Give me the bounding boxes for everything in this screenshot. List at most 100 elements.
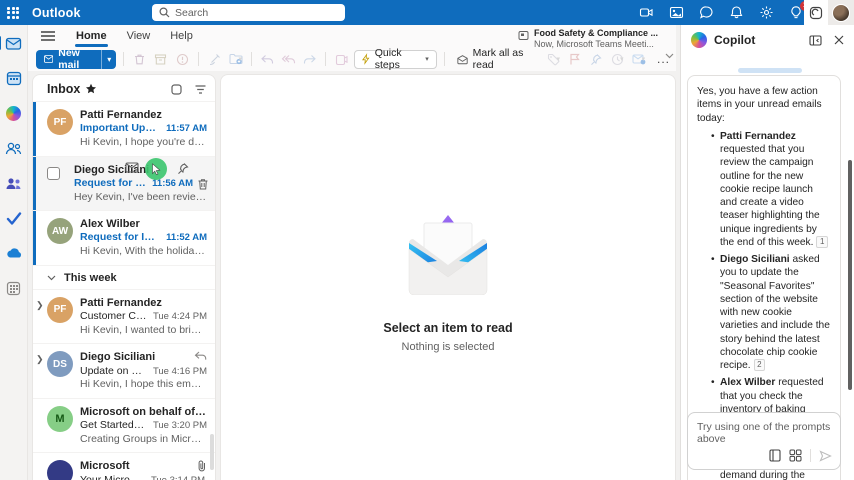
preview-text: Creating Groups in Microsoft 365... [80,432,207,445]
mail-row-microsoft-invoice[interactable]: Microsoft Your Microsoft invoi... Tue 3:… [33,452,215,480]
section-chevron-icon [47,275,56,281]
move-to-folder-icon[interactable]: ▾ [227,49,244,69]
copilot-lab-icon[interactable] [789,449,802,462]
account-avatar[interactable] [828,0,854,25]
expand-panel-icon[interactable] [809,34,822,46]
sender-name: Microsoft [80,460,130,473]
paperclip-icon [197,460,207,472]
section-this-week[interactable]: This week [33,264,215,289]
mail-row-alex-inventory-request[interactable]: AW Alex Wilber Request for Inventory... … [33,210,215,265]
rail-calendar-icon[interactable] [4,68,24,88]
settings-gear-icon[interactable] [758,5,774,21]
sender-name: Patti Fernandez [80,296,162,309]
prompt-guide-icon[interactable] [769,449,781,462]
collapse-ribbon-icon[interactable] [665,53,674,59]
close-copilot-icon[interactable] [834,35,844,45]
empty-state-title: Select an item to read [383,320,513,335]
rail-copilot-icon[interactable] [4,103,24,123]
reference-1-badge[interactable]: 1 [816,235,828,249]
received-time: Tue 3:20 PM [152,420,207,432]
tab-home[interactable]: Home [66,27,117,47]
quick-steps-button[interactable]: Quick steps ▾ [354,47,437,71]
share-to-teams-icon[interactable] [333,49,350,69]
folder-title: Inbox [47,82,97,96]
notification-title: Food Safety & Compliance ... [533,28,658,38]
sender-avatar [47,460,73,480]
sender-avatar: PF [47,296,73,323]
subject: Get Started with Em... [80,419,147,432]
tips-bulb-icon[interactable]: 1 [788,0,810,21]
reply-icon[interactable] [259,49,276,69]
favorite-star-icon[interactable] [85,83,97,95]
app-launcher-icon[interactable] [0,0,26,25]
subject: Your Microsoft invoi... [80,473,145,480]
mail-row-diego-website-request[interactable]: Diego Siciliani Request for Website ... … [33,155,215,211]
copilot-logo-icon [691,32,707,48]
search-icon [159,7,170,18]
delete-hover-icon[interactable] [197,178,209,191]
archive-icon[interactable] [152,49,169,69]
mail-row-microsoft-get-started[interactable]: M Microsoft on behalf of your orga... Ge… [33,397,215,453]
pin-hover-icon[interactable] [177,162,189,174]
send-icon[interactable] [819,449,832,462]
received-time: 11:52 AM [166,232,207,244]
sender-avatar: AW [47,218,73,245]
rail-mail-icon[interactable] [0,33,24,53]
select-all-icon[interactable] [169,82,183,96]
received-time: Tue 3:14 PM [151,475,205,480]
reference-2-badge[interactable]: 2 [753,359,766,372]
reply-all-icon[interactable] [280,49,297,69]
copilot-toggle-icon[interactable] [804,0,828,25]
rail-people-icon[interactable] [4,138,24,158]
forward-icon[interactable] [301,49,318,69]
search-input[interactable]: Search [152,4,345,21]
select-email-checkbox[interactable] [47,166,60,180]
rail-groups-icon[interactable] [4,173,24,193]
read-unread-icon[interactable]: ▾ [630,49,647,69]
copilot-prompt-input[interactable]: Try using one of the prompts above [687,412,841,470]
tab-view[interactable]: View [117,27,161,45]
sender-name: Microsoft on behalf of your orga... [80,405,207,418]
received-time: Tue 4:16 PM [152,365,207,377]
new-mail-dropdown-icon[interactable]: ▾ [101,49,117,69]
flag-icon[interactable] [566,49,583,69]
snooze-icon[interactable]: ▾ [609,49,626,69]
chat-icon[interactable] [698,5,714,21]
hamburger-menu-icon[interactable] [36,27,60,45]
topbar: Outlook Search 1 [0,0,854,25]
categorize-tag-icon[interactable]: ▾ [545,49,562,69]
mail-row-patti-customer-complaint[interactable]: ❯ PF Patti Fernandez Customer Complain..… [33,288,215,344]
mark-all-read-button[interactable]: Mark all as read [452,47,542,71]
mail-row-patti-important-update[interactable]: PF Patti Fernandez Important Update on .… [33,101,215,156]
click-highlight-cursor [145,157,167,180]
rail-more-apps-icon[interactable] [4,278,24,298]
sweep-icon[interactable] [206,49,223,69]
received-time: 11:56 AM [152,177,193,189]
mail-list-panel: Inbox PF Patti Fernandez Important Updat… [32,74,216,480]
mark-read-icon [456,54,468,64]
search-placeholder: Search [175,6,209,19]
rail-todo-icon[interactable] [4,208,24,228]
app-rail [0,25,28,480]
media-icon[interactable] [668,5,684,21]
report-icon[interactable] [174,49,191,69]
expand-thread-icon[interactable]: ❯ [36,354,44,365]
filter-icon[interactable] [193,82,207,96]
copilot-response-intro: Yes, you have a few action items in your… [697,86,822,124]
mail-list-scrollbar[interactable] [209,105,214,476]
copilot-scrollbar[interactable] [848,160,852,390]
tab-help[interactable]: Help [160,27,203,45]
meet-now-icon[interactable] [638,5,654,21]
meeting-notification[interactable]: Food Safety & Compliance ... Now, Micros… [518,28,658,51]
delete-icon[interactable] [131,49,148,69]
new-mail-button[interactable]: New mail ▾ [36,49,117,69]
mail-row-diego-cookie-update[interactable]: ❯ DS Diego Siciliani Update on Cookie S.… [33,343,215,398]
replied-arrow-icon [194,351,207,361]
sender-name: Alex Wilber [80,218,140,231]
mark-read-hover-icon[interactable] [125,162,139,174]
rail-onedrive-icon[interactable] [4,243,24,263]
notifications-bell-icon[interactable] [728,5,744,21]
expand-thread-icon[interactable]: ❯ [36,300,44,311]
pin-icon[interactable] [588,49,605,69]
scroll-fade-pill [738,68,802,73]
